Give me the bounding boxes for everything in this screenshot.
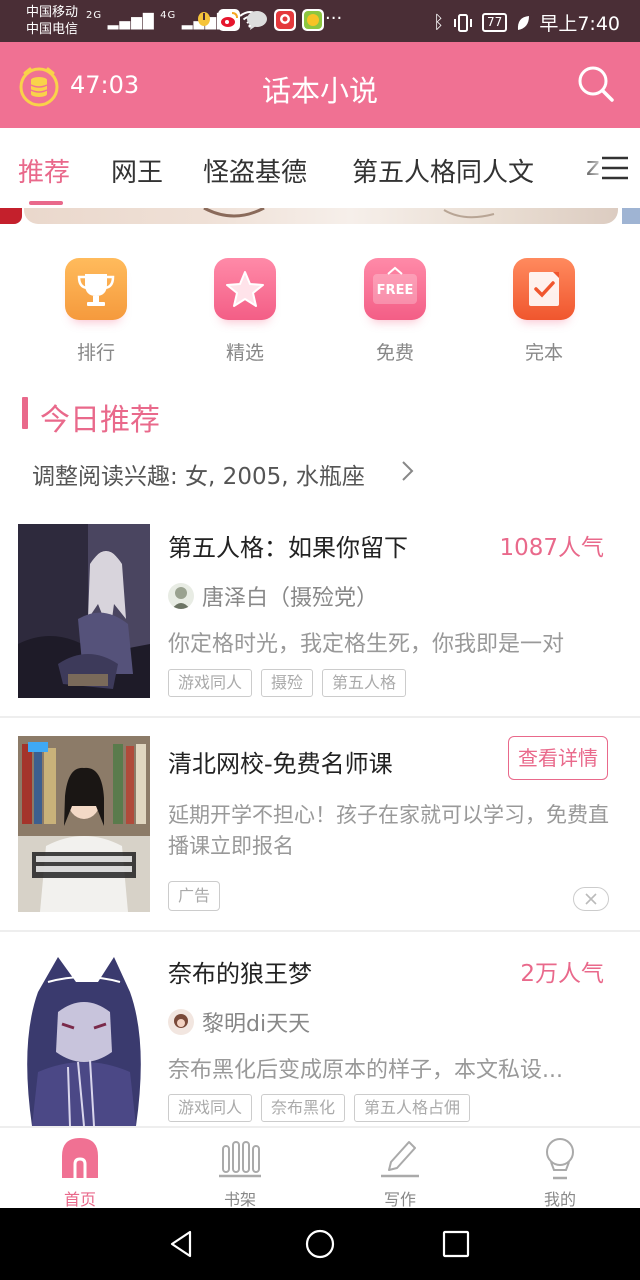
recent-apps-icon[interactable]: [440, 1228, 472, 1260]
banner-prev-slide[interactable]: [0, 208, 22, 224]
reading-interest-link[interactable]: 调整阅读兴趣: 女, 2005, 水瓶座: [32, 457, 365, 491]
news-icon: [274, 9, 296, 31]
quick-nav-ranking[interactable]: 排行: [46, 258, 146, 365]
section-title: 今日推荐: [40, 403, 160, 438]
nav-label: 书架: [223, 1190, 256, 1209]
quick-nav-featured[interactable]: 精选: [195, 258, 295, 365]
free-icon-text: FREE: [376, 283, 414, 298]
active-tab-indicator: [29, 201, 63, 205]
bookshelf-icon: [219, 1141, 261, 1178]
book-description: 你定格时光，我定格生死，你我即是一对: [168, 632, 565, 657]
ad-title[interactable]: 清北网校-免费名师课: [168, 744, 393, 779]
author-avatar[interactable]: [168, 583, 194, 609]
tag[interactable]: 奈布黑化: [261, 1094, 346, 1122]
star-icon: [214, 258, 276, 320]
popularity-count: 1087人气: [499, 535, 604, 561]
quick-nav-label: 排行: [76, 342, 115, 364]
system-navigation-bar: [0, 1208, 640, 1280]
app-title: 话本小说: [261, 74, 378, 108]
nav-label: 我的: [543, 1190, 576, 1209]
tag-list: 游戏同人 奈布黑化 第五人格占佣: [168, 1094, 471, 1122]
tab-recommend[interactable]: 推荐: [18, 152, 70, 189]
tag[interactable]: 摄殓: [261, 669, 314, 697]
banner-carousel[interactable]: [0, 208, 640, 228]
profile-icon: [546, 1138, 574, 1180]
home-button-icon[interactable]: [304, 1228, 336, 1260]
book-cover[interactable]: [18, 952, 150, 1126]
banner-next-slide[interactable]: [622, 208, 640, 224]
home-icon: [62, 1138, 98, 1178]
leaf-icon: [518, 15, 530, 30]
book-description: 奈布黑化后变成原本的样子，本文私设...: [168, 1058, 563, 1083]
tag[interactable]: 第五人格: [322, 669, 407, 697]
nav-profile[interactable]: 我的: [520, 1134, 600, 1210]
carrier-1: 中国移动: [26, 5, 79, 20]
book-cover[interactable]: [18, 524, 150, 698]
tab-prince-of-tennis[interactable]: 网王: [111, 152, 163, 189]
nav-write[interactable]: 写作: [360, 1134, 440, 1210]
checked-book-icon: [513, 258, 575, 320]
free-icon: FREE: [364, 258, 426, 320]
status-right: ᛒ 77 早上7:40: [433, 9, 620, 36]
pencil-icon: [381, 1141, 419, 1178]
tag-list: 游戏同人 摄殓 第五人格: [168, 669, 407, 697]
battery-icon: 77: [482, 13, 508, 32]
quick-nav-completed[interactable]: 完本: [494, 258, 594, 365]
ad-image[interactable]: [18, 736, 150, 912]
ad-label: 广告: [168, 881, 220, 911]
author-avatar[interactable]: [168, 1009, 194, 1035]
status-bar: 中国移动 中国电信 2G ▂▄▆█ 4G ▂▄▆█ ··· ᛒ 77 早上7:4…: [0, 0, 640, 42]
clock: 早上7:40: [539, 13, 620, 35]
trophy-icon: [65, 258, 127, 320]
nav-label: 写作: [383, 1190, 416, 1209]
author-name: 黎明di天天: [202, 1012, 311, 1037]
chevron-right-icon[interactable]: [400, 459, 416, 483]
tab-kaito-kid[interactable]: 怪盗基德: [203, 152, 307, 189]
popularity-count: 2万人气: [520, 961, 604, 987]
close-icon[interactable]: [573, 887, 609, 911]
quick-nav: 排行 精选 FREE 免费 完本: [0, 258, 640, 368]
carrier-info: 中国移动 中国电信: [26, 4, 78, 38]
signal-label-1: 2G: [86, 10, 103, 21]
tag[interactable]: 游戏同人: [168, 1094, 253, 1122]
nav-label: 首页: [63, 1190, 96, 1209]
notification-icons: [196, 9, 324, 31]
author-row[interactable]: 黎明di天天: [168, 1006, 310, 1038]
nav-home[interactable]: 首页: [40, 1134, 120, 1210]
alert-icon: [196, 9, 212, 31]
tab-identity-v-fanfic[interactable]: 第五人格同人文: [352, 152, 534, 189]
chat-icon: [246, 9, 268, 31]
back-icon[interactable]: [166, 1228, 198, 1260]
search-icon[interactable]: [576, 64, 616, 104]
section-accent-bar: [22, 397, 28, 429]
book-title[interactable]: 第五人格：如果你留下: [168, 528, 408, 563]
signal-bars-icon: ▂▄▆█: [107, 14, 155, 30]
view-details-button[interactable]: 查看详情: [508, 736, 608, 780]
signal-label-2: 4G: [160, 10, 177, 21]
weibo-icon: [218, 9, 240, 31]
book-title[interactable]: 奈布的狼王梦: [168, 954, 312, 989]
ad-description: 延期开学不担心！孩子在家就可以学习，免费直播课立即报名: [168, 803, 609, 858]
carrier-2: 中国电信: [26, 22, 79, 37]
book-card[interactable]: 第五人格：如果你留下 1087人气 唐泽白（摄殓党） 你定格时光，我定格生死，你…: [0, 518, 640, 718]
vibrate-icon: [454, 13, 473, 32]
author-row[interactable]: 唐泽白（摄殓党）: [168, 580, 378, 612]
tag[interactable]: 游戏同人: [168, 669, 253, 697]
tag[interactable]: 第五人格占佣: [354, 1094, 471, 1122]
book-card[interactable]: 奈布的狼王梦 2万人气 黎明di天天 奈布黑化后变成原本的样子，本文私设... …: [0, 932, 640, 1126]
banner-slide[interactable]: [24, 208, 618, 224]
more-notifications: ···: [325, 8, 343, 29]
quick-nav-free[interactable]: FREE 免费: [345, 258, 445, 365]
bottom-nav: 首页 书架 写作 我的: [0, 1126, 640, 1210]
bluetooth-icon: ᛒ: [433, 12, 445, 33]
category-tabs: 推荐 网王 怪盗基德 第五人格同人文 z: [0, 128, 640, 208]
quick-nav-label: 精选: [225, 342, 264, 364]
author-name: 唐泽白（摄殓党）: [202, 586, 379, 611]
nav-bookshelf[interactable]: 书架: [200, 1134, 280, 1210]
game-icon: [302, 9, 324, 31]
quick-nav-label: 免费: [375, 342, 414, 364]
quick-nav-label: 完本: [524, 342, 563, 364]
menu-icon[interactable]: [600, 155, 630, 181]
app-header: 47:03 话本小说: [0, 42, 640, 128]
